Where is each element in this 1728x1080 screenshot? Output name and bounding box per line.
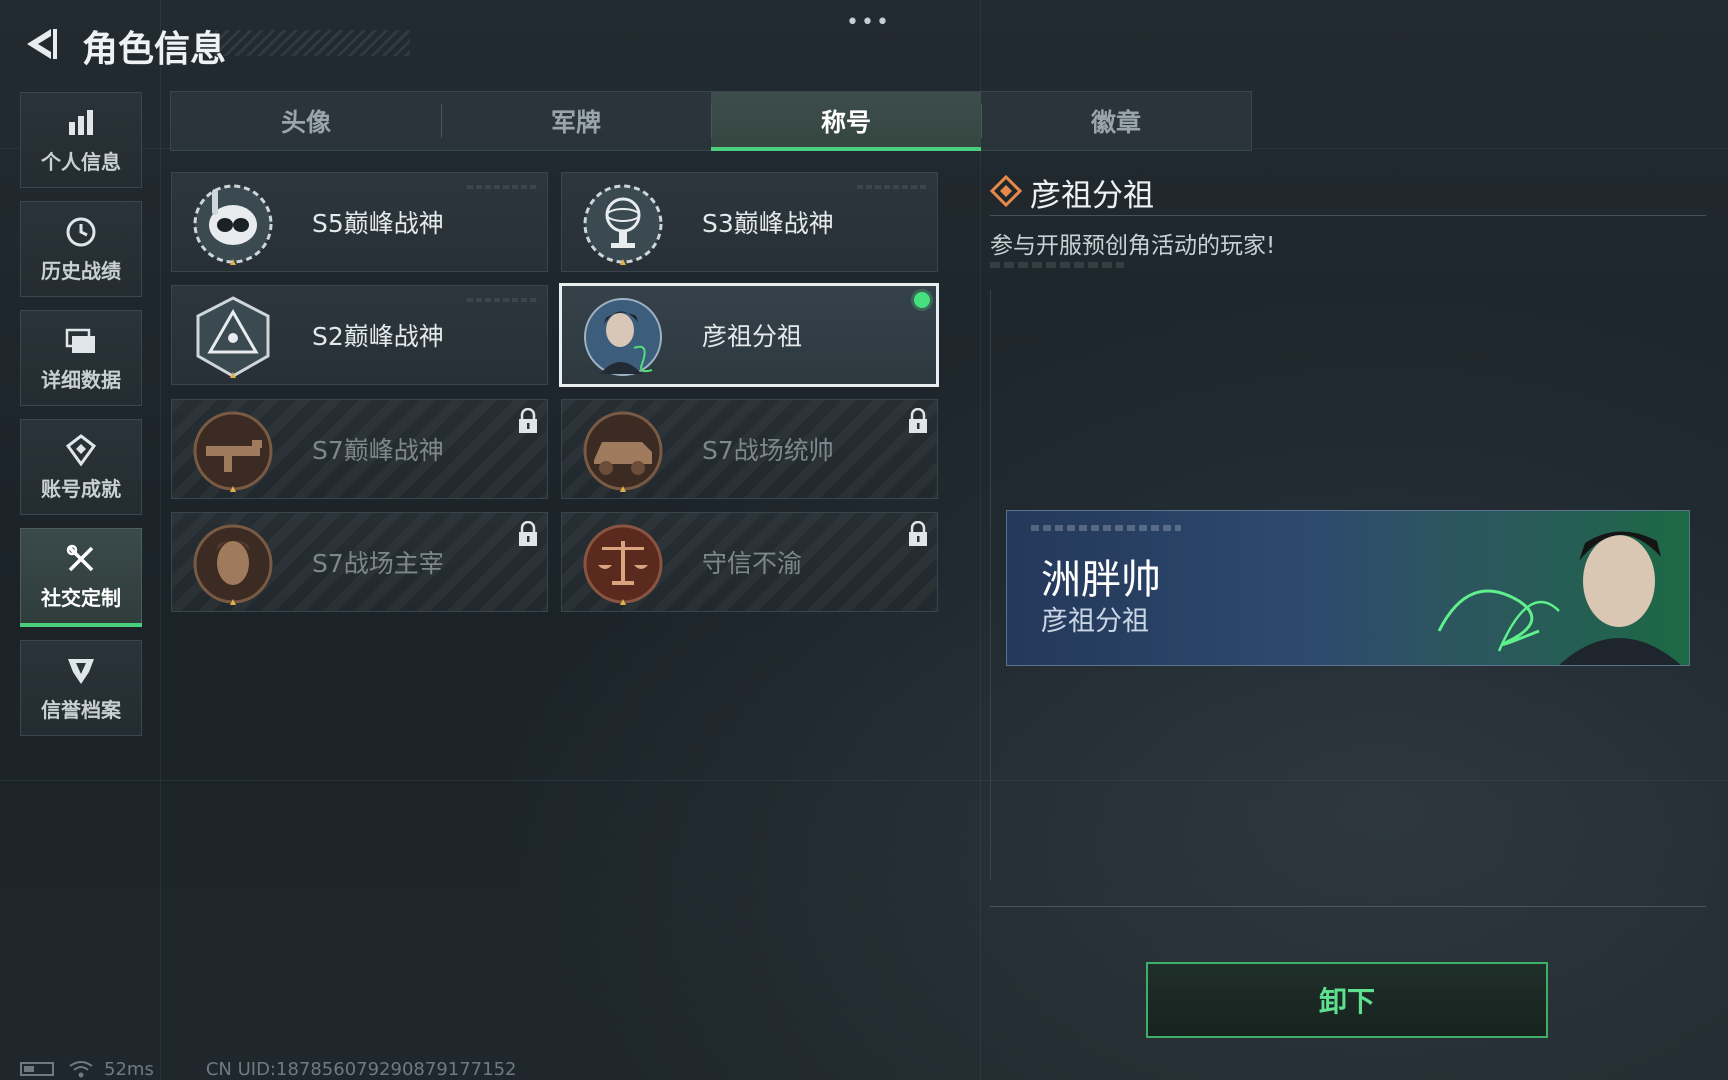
sidebar-item-label: 个人信息 <box>41 149 121 174</box>
portrait-image <box>1429 511 1689 665</box>
battery-icon <box>20 1062 54 1076</box>
tools-icon <box>64 542 98 576</box>
diver-skull-emblem-icon <box>193 184 273 265</box>
divider <box>990 215 1706 216</box>
warrior-face-emblem-icon <box>193 524 273 605</box>
medal-icon <box>64 433 98 467</box>
tab-dog-tag[interactable]: 军牌 <box>441 92 711 150</box>
title-card-label: S7巅峰战神 <box>312 436 444 465</box>
title-decoration <box>215 30 410 56</box>
divider <box>990 906 1706 907</box>
sidebar-item-achievements[interactable]: 账号成就 <box>20 419 142 515</box>
more-menu-icon[interactable]: ••• <box>846 10 891 35</box>
user-uid: CN UID:1878560792908791771‍52 <box>205 1058 517 1080</box>
sidebar-item-personal-info[interactable]: 个人信息 <box>20 92 142 188</box>
page-title: 角色信息 <box>82 29 227 70</box>
triangle-eye-emblem-icon <box>196 296 270 378</box>
scales-emblem-icon <box>583 524 663 605</box>
sidebar-item-credit-record[interactable]: 信誉档案 <box>20 640 142 736</box>
title-card[interactable]: S2巅峰战神 <box>171 285 548 385</box>
title-card-locked[interactable]: S7战场统帅 <box>561 399 938 499</box>
title-card-locked[interactable]: 守信不渝 <box>561 512 938 612</box>
ping-value: 52ms <box>104 1058 154 1080</box>
banner-decoration <box>1031 525 1181 531</box>
title-card-label: S7战场主宰 <box>312 549 444 578</box>
title-card[interactable]: S5巅峰战神 <box>171 172 548 272</box>
lock-icon <box>519 521 537 546</box>
tab-title[interactable]: 称号 <box>711 92 981 151</box>
rifle-emblem-icon <box>193 411 273 492</box>
lock-icon <box>909 408 927 433</box>
screen: ••• 角色信息 个人信息 历史战绩 详细数据 账号成就 社交定制 信誉档案 头… <box>0 0 1728 1080</box>
bar-chart-icon <box>64 106 98 140</box>
sidebar-item-label: 信誉档案 <box>41 697 121 722</box>
wifi-icon <box>69 1061 93 1078</box>
detail-description: 参与开服预创角活动的玩家! <box>990 233 1276 259</box>
clock-icon <box>64 215 98 249</box>
sidebar-item-history[interactable]: 历史战绩 <box>20 201 142 297</box>
title-card-label: 守信不渝 <box>702 549 803 578</box>
tab-bar: 头像 军牌 称号 徽章 <box>170 91 1252 151</box>
grid-line <box>980 0 981 1080</box>
status-bar: 52ms CN UID:1878560792908791771‍52 <box>20 1058 517 1080</box>
tab-avatar[interactable]: 头像 <box>171 92 441 150</box>
detail-decoration <box>990 262 1124 268</box>
portrait-emblem-icon <box>584 298 662 376</box>
title-card-locked[interactable]: S7战场主宰 <box>171 512 548 612</box>
shield-icon <box>64 654 98 688</box>
equipped-indicator-icon <box>914 292 930 308</box>
title-card-locked[interactable]: S7巅峰战神 <box>171 399 548 499</box>
title-card-label: S7战场统帅 <box>702 436 834 465</box>
title-card-label: S2巅峰战神 <box>312 322 444 351</box>
title-card[interactable]: S3巅峰战神 <box>561 172 938 272</box>
sidebar-item-label: 历史战绩 <box>41 258 121 283</box>
armored-vehicle-emblem-icon <box>583 411 663 492</box>
title-diamond-icon <box>990 175 1022 207</box>
title-card-label: S3巅峰战神 <box>702 209 834 238</box>
sidebar-item-social-custom[interactable]: 社交定制 <box>20 528 142 627</box>
grid-line <box>160 0 161 1080</box>
sidebar-item-label: 账号成就 <box>41 476 121 501</box>
unequip-button[interactable]: 卸下 <box>1146 962 1548 1038</box>
banner-player-name: 洲胖帅 <box>1041 557 1161 603</box>
detail-title: 彦祖分祖 <box>1030 178 1154 214</box>
card-decoration <box>467 185 537 189</box>
title-card-selected[interactable]: 彦祖分祖 <box>559 283 939 387</box>
title-card-label: S5巅峰战神 <box>312 209 444 238</box>
folders-icon <box>64 324 98 358</box>
card-decoration <box>467 298 537 302</box>
globe-trophy-emblem-icon <box>583 184 663 265</box>
tab-badge[interactable]: 徽章 <box>981 92 1251 150</box>
banner-title: 彦祖分祖 <box>1041 606 1149 637</box>
lock-icon <box>519 408 537 433</box>
back-arrow-icon <box>27 29 57 59</box>
back-button[interactable] <box>18 22 62 66</box>
title-preview-banner: 洲胖帅 彦祖分祖 <box>1006 510 1690 666</box>
sidebar-item-label: 详细数据 <box>41 367 121 392</box>
lock-icon <box>909 521 927 546</box>
sidebar-item-detailed-data[interactable]: 详细数据 <box>20 310 142 406</box>
sidebar-item-label: 社交定制 <box>41 585 121 610</box>
card-decoration <box>857 185 927 189</box>
title-card-label: 彦祖分祖 <box>702 322 803 351</box>
